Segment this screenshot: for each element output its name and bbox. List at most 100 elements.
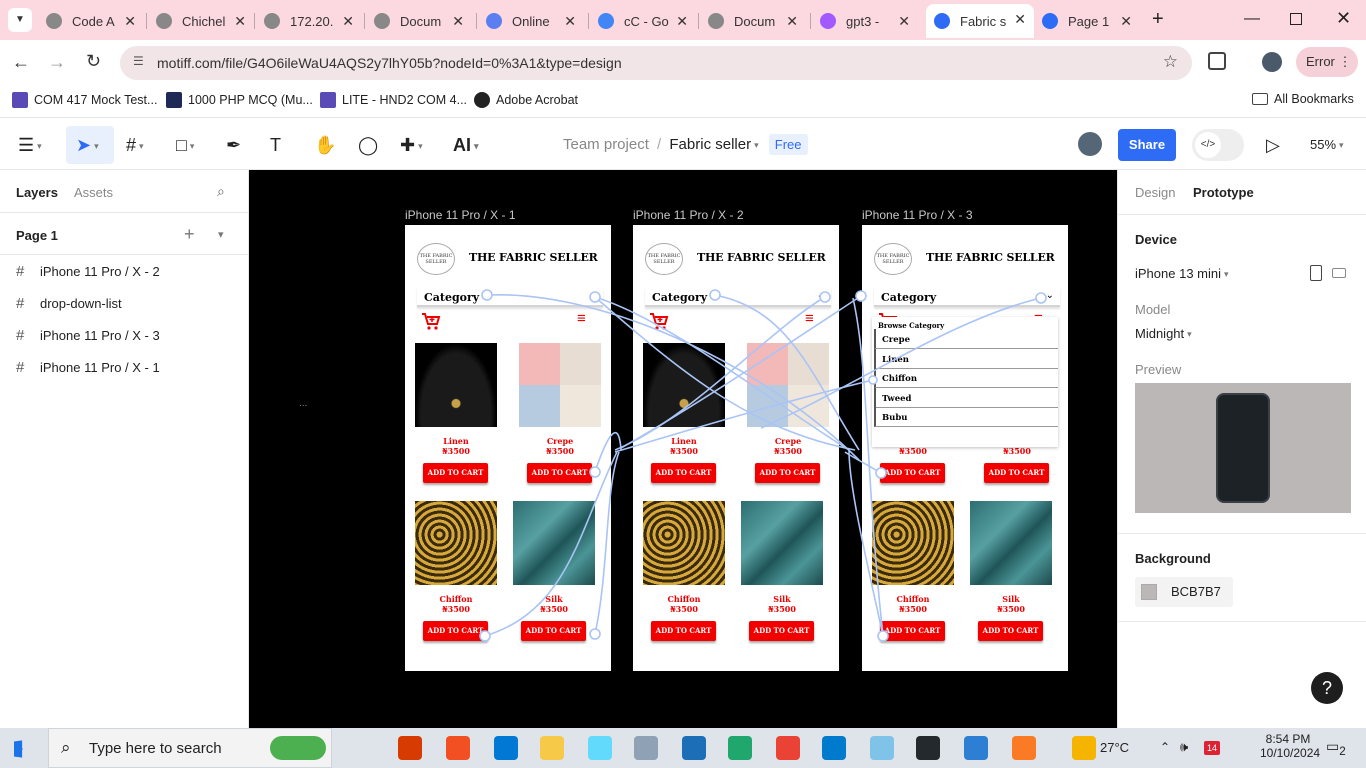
site-info-icon[interactable]: ☰	[133, 54, 144, 68]
minimize-icon[interactable]: —	[1244, 10, 1260, 28]
bookmark-item[interactable]: 1000 PHP MCQ (Mu...	[166, 92, 313, 108]
browser-tab[interactable]: Docum ✕	[366, 6, 472, 36]
design-canvas[interactable]: ... iPhone 11 Pro / X - 1 THE FABRIC SELL…	[249, 170, 1117, 728]
layer-item[interactable]: # iPhone 11 Pro / X - 3	[16, 327, 160, 344]
browser-tab[interactable]: Online ✕	[478, 6, 584, 36]
tab-search-button[interactable]: ▼	[8, 8, 32, 32]
profile-avatar[interactable]	[1262, 52, 1282, 72]
office-icon[interactable]	[398, 736, 422, 760]
mail-badge[interactable]: 14	[1204, 741, 1220, 755]
device-select[interactable]: iPhone 13 mini ▾	[1135, 266, 1229, 281]
tab-close-icon[interactable]: ✕	[124, 13, 136, 30]
help-button[interactable]: ?	[1311, 672, 1343, 704]
bookmark-item[interactable]: LITE - HND2 COM 4...	[320, 92, 467, 108]
zoom-level[interactable]: 55% ▾	[1310, 137, 1344, 152]
chevron-down-icon[interactable]: ▾	[218, 228, 224, 241]
chrome-icon[interactable]	[776, 736, 800, 760]
main-menu-icon[interactable]: ☰ ▾	[18, 134, 42, 157]
shape-tool-icon[interactable]: □ ▾	[176, 134, 194, 157]
volume-icon[interactable]: 🕪	[1180, 739, 1188, 755]
react-icon[interactable]	[588, 736, 612, 760]
plugin-tool-icon[interactable]: ✚ ▾	[400, 134, 423, 157]
bookmark-item[interactable]: COM 417 Mock Test...	[12, 92, 157, 108]
tab-close-icon[interactable]: ✕	[676, 13, 688, 30]
photos-icon[interactable]	[634, 736, 658, 760]
tab-close-icon[interactable]: ✕	[452, 13, 464, 30]
tab-layers[interactable]: Layers	[16, 185, 58, 200]
share-button[interactable]: Share	[1118, 129, 1176, 161]
tab-close-icon[interactable]: ✕	[234, 13, 246, 30]
tab-close-icon[interactable]: ✕	[564, 13, 576, 30]
notifications-icon[interactable]: ▭2	[1326, 738, 1346, 758]
edge-icon[interactable]	[728, 736, 752, 760]
multicolor-app-icon[interactable]	[270, 736, 326, 760]
present-play-icon[interactable]: ▷	[1266, 134, 1280, 156]
react-native-icon[interactable]	[682, 736, 706, 760]
tab-design[interactable]: Design	[1135, 185, 1175, 200]
vscode-icon[interactable]	[822, 736, 846, 760]
tab-assets[interactable]: Assets	[74, 185, 113, 200]
tab-close-icon[interactable]: ✕	[786, 13, 798, 30]
browser-tab[interactable]: 172.20. ✕	[256, 6, 362, 36]
text-tool-icon[interactable]: T	[270, 134, 281, 156]
reload-icon[interactable]: ↻	[86, 51, 101, 72]
user-avatar[interactable]	[1078, 132, 1102, 156]
restore-icon[interactable]	[1290, 13, 1302, 25]
all-bookmarks[interactable]: All Bookmarks	[1252, 92, 1354, 106]
tab-close-icon[interactable]: ✕	[1120, 13, 1132, 30]
file-explorer-icon[interactable]	[540, 736, 564, 760]
tab-close-icon[interactable]: ✕	[342, 13, 354, 30]
tab-close-icon[interactable]: ✕	[898, 13, 910, 30]
browser-tab[interactable]: gpt3 - ✕	[812, 6, 918, 36]
github-icon[interactable]	[916, 736, 940, 760]
tray-chevron-icon[interactable]: ⌃	[1160, 740, 1170, 754]
breadcrumb-team[interactable]: Team project	[563, 136, 649, 153]
layer-item[interactable]: # drop-down-list	[16, 295, 122, 312]
comment-tool-icon[interactable]: ◯	[358, 134, 378, 156]
new-tab-icon[interactable]: +	[1152, 8, 1164, 31]
add-page-icon[interactable]: +	[184, 224, 195, 245]
page-item[interactable]: Page 1	[16, 228, 58, 243]
file-name[interactable]: Fabric seller	[669, 136, 751, 153]
hand-tool-icon[interactable]: ✋	[314, 134, 336, 156]
browser-tab[interactable]: Docum ✕	[700, 6, 806, 36]
browser-tab[interactable]: Chichel ✕	[148, 6, 254, 36]
layer-item[interactable]: # iPhone 11 Pro / X - 1	[16, 359, 160, 376]
url-bar[interactable]: ☰ motiff.com/file/G4O6ileWaU4AQS2y7lhY05…	[120, 46, 1192, 80]
extensions-icon[interactable]	[1208, 52, 1226, 70]
layer-item[interactable]: # iPhone 11 Pro / X - 2	[16, 263, 160, 280]
frame-tool-icon[interactable]: # ▾	[126, 134, 144, 157]
notepad-icon[interactable]	[870, 736, 894, 760]
dev-mode-toggle[interactable]: </>	[1192, 129, 1244, 161]
browser-tab[interactable]: cC - Go ✕	[590, 6, 696, 36]
browser-tab[interactable]: Code A ✕	[38, 6, 144, 36]
browser-tab[interactable]: Page 1 ✕	[1034, 6, 1140, 36]
close-window-icon[interactable]: ✕	[1336, 8, 1351, 29]
paint-icon[interactable]	[964, 736, 988, 760]
windows-start-icon[interactable]	[14, 740, 23, 758]
portrait-icon[interactable]	[1310, 265, 1322, 281]
landscape-icon[interactable]	[1332, 268, 1346, 278]
back-icon[interactable]: ←	[12, 52, 30, 73]
task-view-icon[interactable]	[348, 736, 372, 760]
xampp-icon[interactable]	[1012, 736, 1036, 760]
browser-tab[interactable]: Fabric s ✕	[926, 4, 1034, 38]
store-icon[interactable]	[446, 736, 470, 760]
weather-temp[interactable]: 27°C	[1100, 740, 1129, 755]
move-tool-icon[interactable]: ➤ ▾	[76, 134, 99, 157]
color-swatch[interactable]	[1141, 584, 1157, 600]
weather-icon[interactable]	[1072, 736, 1096, 760]
pen-tool-icon[interactable]: ✒	[226, 134, 241, 156]
model-select[interactable]: Midnight ▾	[1135, 326, 1192, 341]
tab-close-icon[interactable]: ✕	[1014, 11, 1026, 28]
ai-tool[interactable]: AI ▾	[453, 134, 479, 157]
clock[interactable]: 8:54 PM 10/10/2024	[1260, 732, 1320, 760]
tab-prototype[interactable]: Prototype	[1193, 185, 1254, 200]
bookmark-item[interactable]: Adobe Acrobat	[474, 92, 578, 108]
bookmark-star-icon[interactable]: ☆	[1163, 52, 1178, 72]
mail-icon[interactable]	[494, 736, 518, 760]
search-icon[interactable]: ⌕	[217, 183, 225, 200]
error-button[interactable]: Error ⋮	[1296, 47, 1358, 77]
forward-icon[interactable]: →	[48, 52, 66, 73]
background-color-field[interactable]: BCB7B7	[1135, 577, 1233, 607]
